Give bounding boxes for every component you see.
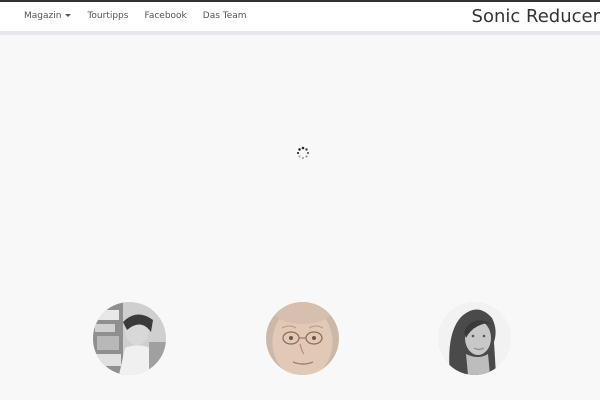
nav-item-tourtipps[interactable]: Tourtipps — [79, 2, 136, 31]
portrait-image — [93, 302, 166, 375]
main-nav: Magazin Tourtipps Facebook Das Team — [16, 2, 255, 31]
team-member-1-avatar[interactable] — [93, 302, 166, 375]
team-member-3-avatar[interactable] — [438, 302, 511, 375]
nav-item-das-team[interactable]: Das Team — [195, 2, 255, 31]
site-brand[interactable]: Sonic Reducer — [472, 2, 600, 31]
nav-item-label: Magazin — [24, 11, 62, 21]
nav-item-facebook[interactable]: Facebook — [136, 2, 194, 31]
portrait-image — [266, 302, 339, 375]
caret-down-icon — [65, 14, 72, 17]
nav-item-label: Facebook — [144, 11, 187, 21]
nav-item-label: Das Team — [202, 11, 247, 21]
navbar-divider — [0, 31, 600, 35]
portrait-image — [438, 302, 511, 375]
loading-spinner-icon — [296, 146, 310, 159]
nav-item-magazin[interactable]: Magazin — [16, 2, 79, 31]
team-member-2-avatar[interactable] — [266, 302, 339, 375]
nav-item-label: Tourtipps — [87, 11, 129, 21]
